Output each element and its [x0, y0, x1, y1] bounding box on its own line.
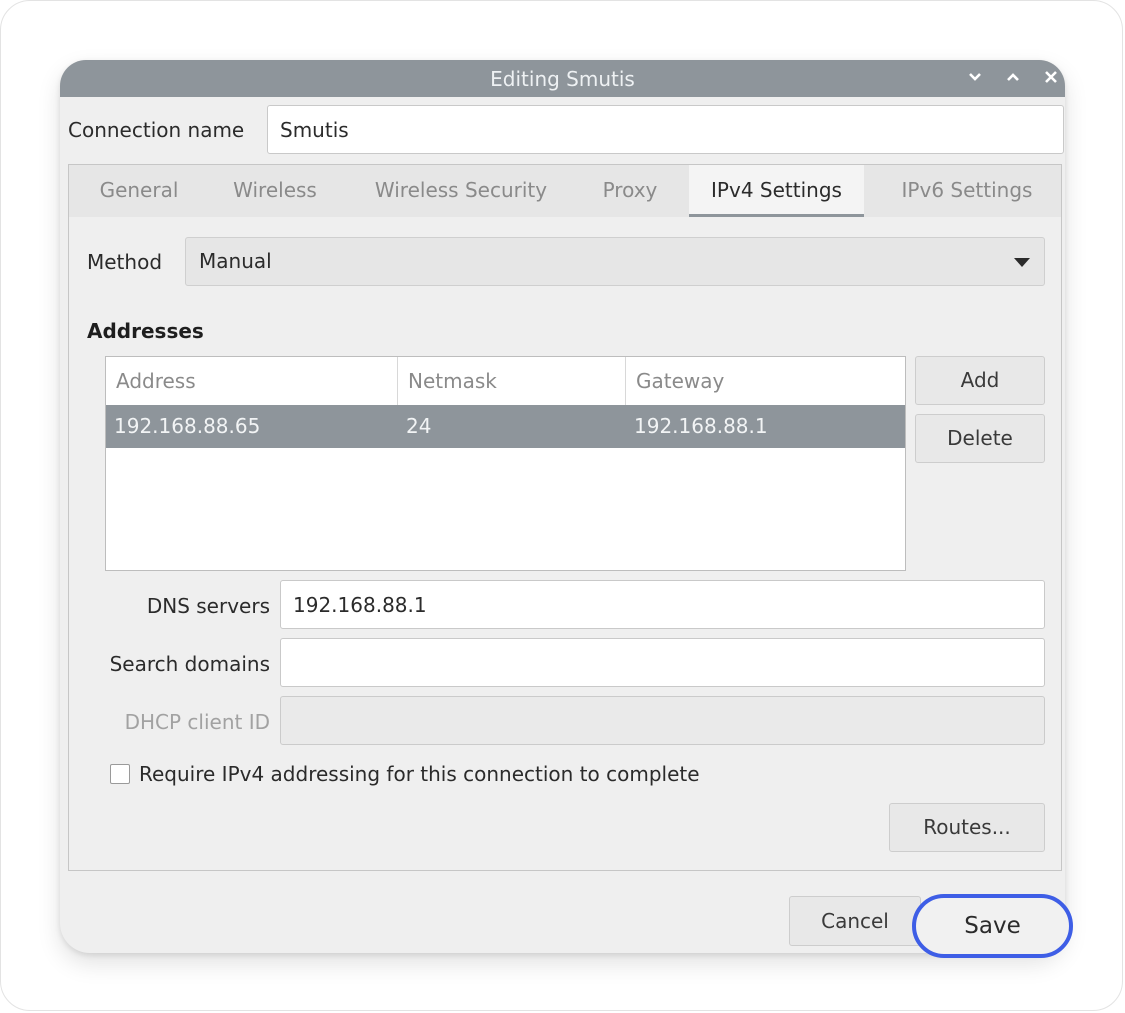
method-label: Method — [87, 250, 163, 274]
addresses-heading: Addresses — [87, 319, 204, 343]
method-dropdown[interactable]: Manual — [185, 237, 1045, 286]
column-header-netmask[interactable]: Netmask — [398, 357, 626, 405]
delete-address-button[interactable]: Delete — [915, 414, 1045, 463]
table-header: Address Netmask Gateway — [106, 357, 905, 406]
tab-wireless-security[interactable]: Wireless Security — [353, 165, 569, 217]
cell-netmask: 24 — [406, 414, 432, 438]
maximize-button[interactable] — [1003, 67, 1023, 89]
window-title: Editing Smutis — [490, 67, 635, 91]
close-button[interactable] — [1041, 67, 1061, 89]
cell-gateway: 192.168.88.1 — [634, 414, 768, 438]
addresses-table[interactable]: Address Netmask Gateway 192.168.88.65 24… — [105, 356, 906, 571]
routes-button[interactable]: Routes... — [889, 803, 1045, 852]
chevron-up-icon — [1003, 70, 1023, 84]
tab-general[interactable]: General — [81, 165, 197, 217]
table-row[interactable]: 192.168.88.65 24 192.168.88.1 — [106, 405, 905, 448]
connection-name-label: Connection name — [68, 118, 245, 142]
close-icon — [1041, 70, 1061, 84]
tab-ipv4-settings[interactable]: IPv4 Settings — [689, 165, 864, 218]
dhcp-client-id-label: DHCP client ID — [124, 710, 270, 734]
add-address-button[interactable]: Add — [915, 356, 1045, 405]
save-button[interactable]: Save — [912, 894, 1073, 958]
require-ipv4-checkbox[interactable] — [110, 764, 130, 784]
dhcp-client-id-input[interactable] — [280, 696, 1045, 745]
column-header-address[interactable]: Address — [106, 357, 398, 405]
cell-address: 192.168.88.65 — [114, 414, 261, 438]
dns-servers-input[interactable]: 192.168.88.1 — [280, 580, 1045, 629]
tab-proxy[interactable]: Proxy — [585, 165, 675, 217]
minimize-button[interactable] — [965, 67, 985, 89]
dropdown-arrow-icon — [1014, 258, 1030, 267]
cancel-button[interactable]: Cancel — [789, 896, 921, 946]
search-domains-label: Search domains — [109, 652, 270, 676]
tab-wireless[interactable]: Wireless — [213, 165, 337, 217]
settings-tabs: General Wireless Wireless Security Proxy… — [68, 164, 1062, 218]
tab-ipv6-settings[interactable]: IPv6 Settings — [879, 165, 1055, 217]
column-header-gateway[interactable]: Gateway — [626, 357, 905, 405]
require-ipv4-label[interactable]: Require IPv4 addressing for this connect… — [139, 762, 700, 786]
dns-servers-label: DNS servers — [146, 594, 270, 618]
edit-connection-dialog: Editing Smutis Connection name Smutis Ge… — [60, 60, 1065, 953]
search-domains-input[interactable] — [280, 638, 1045, 687]
chevron-down-icon — [965, 70, 985, 84]
connection-name-input[interactable]: Smutis — [267, 105, 1064, 154]
title-bar: Editing Smutis — [60, 60, 1065, 97]
method-value: Manual — [199, 249, 272, 273]
